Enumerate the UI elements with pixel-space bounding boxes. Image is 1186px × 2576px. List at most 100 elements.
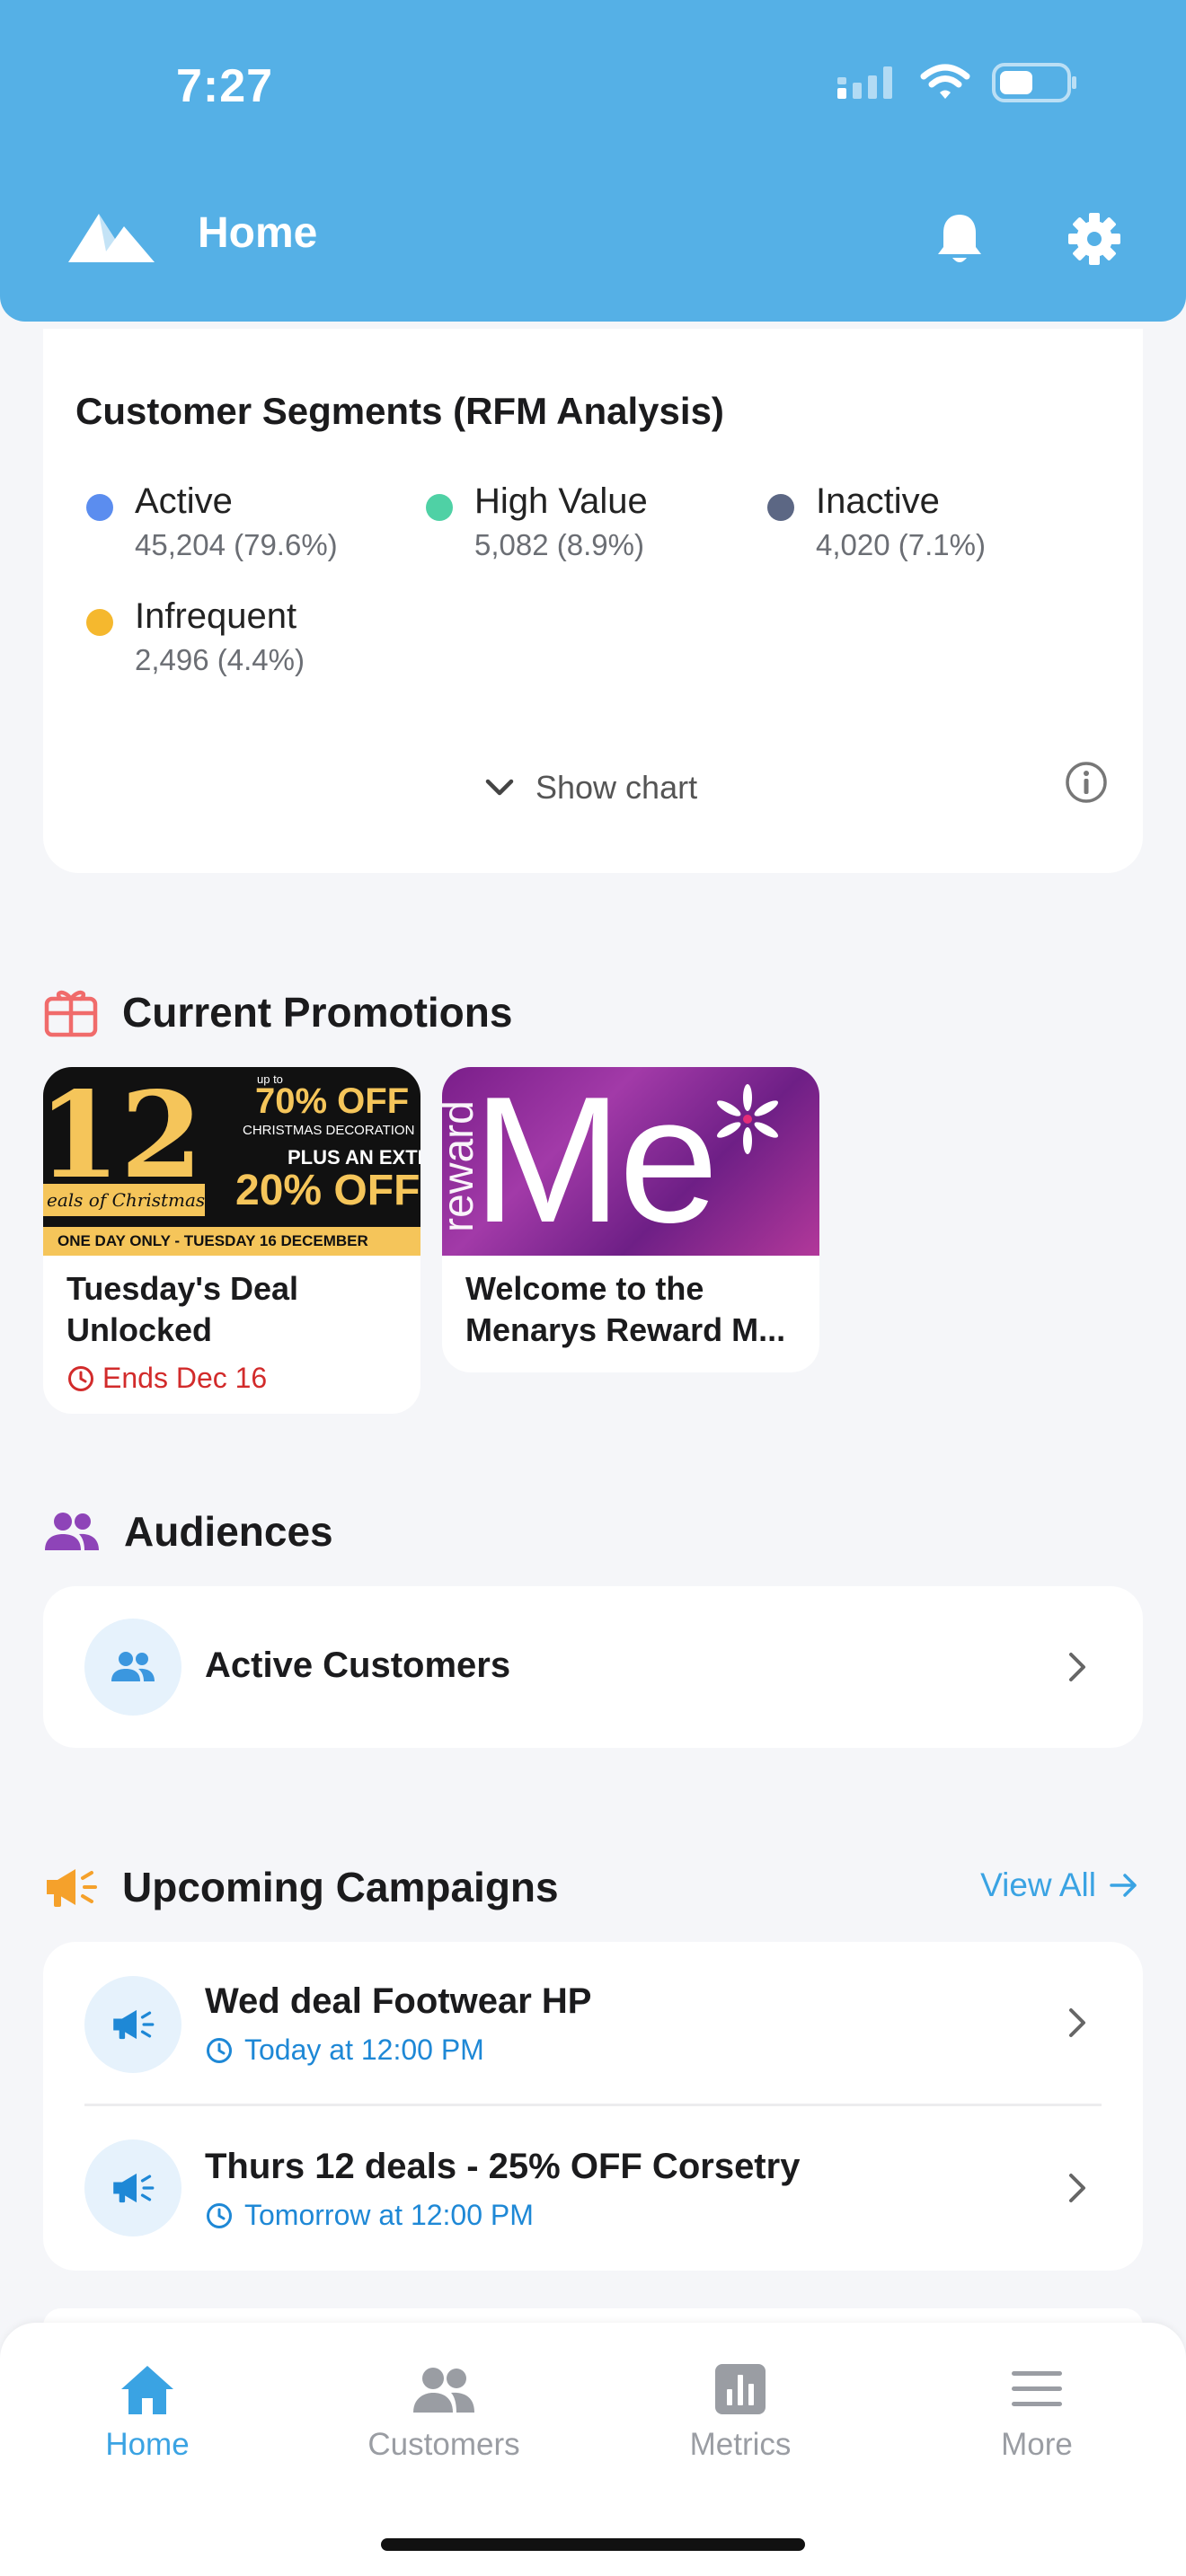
tab-metrics[interactable]: Metrics: [651, 2362, 830, 2463]
segment-value: 2,496 (4.4%): [135, 643, 305, 676]
people-icon: [111, 1652, 155, 1681]
header-bar: Home: [0, 194, 1186, 275]
divider: [84, 2104, 1102, 2106]
audience-row-active-customers[interactable]: Active Customers: [43, 1586, 1143, 1748]
segment-value: 5,082 (8.9%): [474, 528, 644, 561]
promotion-card-tuesday-deal[interactable]: 12 eals of Christmas up to 70% OFF CHRIS…: [43, 1067, 420, 1414]
battery-icon: [992, 63, 1076, 102]
audiences-header: Audiences: [43, 1507, 333, 1556]
bell-icon: [938, 215, 981, 262]
banner-big-number: 12: [43, 1067, 203, 1205]
clock-icon: [207, 2202, 232, 2228]
campaign-row[interactable]: Thurs 12 deals - 25% OFF Corsetry Tomorr…: [43, 2107, 1143, 2269]
promotion-title: Welcome to the Menarys Reward M...: [442, 1256, 819, 1351]
campaign-title: Thurs 12 deals - 25% OFF Corsetry: [205, 2147, 801, 2186]
tab-label: Metrics: [689, 2427, 792, 2462]
promotion-ends: Ends Dec 16: [43, 1351, 420, 1404]
status-icons: [837, 63, 1078, 102]
audience-label: Active Customers: [205, 1645, 511, 1685]
campaign-row[interactable]: Wed deal Footwear HP Today at 12:00 PM: [43, 1942, 1143, 2104]
segment-value: 45,204 (79.6%): [135, 528, 338, 561]
segment-color-dot: [86, 494, 113, 521]
page-title: Home: [198, 209, 318, 257]
promotion-banner-reward: reward Me: [442, 1067, 819, 1256]
banner-deco: CHRISTMAS DECORATION: [243, 1123, 415, 1138]
people-icon: [413, 2368, 474, 2413]
arrow-right-icon: [1110, 1874, 1137, 1897]
settings-button[interactable]: [1058, 203, 1130, 275]
tab-label: More: [1001, 2427, 1073, 2462]
segment-name: Inactive: [816, 481, 940, 521]
promotions-title: Current Promotions: [122, 989, 513, 1036]
megaphone-icon: [113, 2173, 155, 2203]
promotion-title-line2: Menarys Reward M...: [465, 1311, 786, 1348]
view-all-label: View All: [980, 1866, 1096, 1903]
show-chart-button[interactable]: Show chart: [483, 769, 697, 807]
campaign-avatar: [84, 2139, 181, 2236]
mountain-logo-icon: [68, 214, 155, 262]
banner-script-text: eals of Christmas: [43, 1184, 205, 1216]
promotions-header: Current Promotions: [43, 986, 512, 1038]
campaign-title: Wed deal Footwear HP: [205, 1981, 592, 2021]
segment-value: 4,020 (7.1%): [816, 528, 986, 561]
campaign-time: Today at 12:00 PM: [205, 2033, 484, 2067]
wifi-icon: [920, 64, 970, 99]
cellular-signal-icon: [837, 66, 892, 99]
status-time: 7:27: [176, 60, 274, 112]
campaign-avatar: [84, 1976, 181, 2073]
audiences-list: Active Customers: [43, 1586, 1143, 1748]
tab-more[interactable]: More: [947, 2362, 1127, 2463]
segment-color-dot: [767, 494, 794, 521]
audiences-title: Audiences: [124, 1508, 333, 1555]
gift-icon: [44, 990, 98, 1037]
banner-me-text: Me: [473, 1067, 719, 1256]
info-icon: [1066, 762, 1107, 803]
promotion-card-menarys-reward[interactable]: reward Me Welcome to the Menarys Reward …: [442, 1067, 819, 1372]
segment-color-dot: [86, 609, 113, 636]
clock-icon: [207, 2037, 232, 2063]
promotion-title-line2: Unlocked: [66, 1311, 213, 1348]
clock-icon: [68, 1365, 93, 1391]
info-button[interactable]: [1064, 760, 1109, 809]
tab-label: Customers: [367, 2427, 520, 2462]
promotion-title-line1: Welcome to the: [465, 1270, 704, 1307]
chevron-right-icon: [1069, 2008, 1085, 2037]
promotion-title: Tuesday's Deal Unlocked: [43, 1256, 420, 1351]
campaigns-list: Wed deal Footwear HP Today at 12:00 PM T…: [43, 1942, 1143, 2271]
segment-color-dot: [426, 494, 453, 521]
megaphone-icon: [113, 2009, 155, 2040]
tab-label: Home: [105, 2427, 190, 2462]
banner-strip: ONE DAY ONLY - TUESDAY 16 DECEMBER: [43, 1227, 420, 1256]
banner-off2: 20% OFF: [235, 1167, 420, 1214]
home-icon: [121, 2366, 173, 2414]
customer-segments-card: Customer Segments (RFM Analysis) Active …: [43, 329, 1143, 873]
people-icon: [45, 1513, 99, 1550]
promotion-banner-christmas: 12 eals of Christmas up to 70% OFF CHRIS…: [43, 1067, 420, 1256]
megaphone-icon: [47, 1869, 97, 1907]
gear-icon: [1068, 213, 1120, 265]
chevron-right-icon: [1069, 2174, 1085, 2202]
campaign-time-label: Tomorrow at 12:00 PM: [244, 2199, 534, 2231]
view-all-campaigns-link[interactable]: View All: [980, 1866, 1139, 1904]
segments-title: Customer Segments (RFM Analysis): [75, 390, 724, 432]
app-header: 7:27 Home: [0, 0, 1186, 322]
notifications-button[interactable]: [924, 203, 996, 275]
tab-customers[interactable]: Customers: [354, 2362, 534, 2463]
chevron-down-icon: [485, 779, 514, 796]
banner-off1: 70% OFF: [255, 1081, 410, 1121]
promotion-title-line1: Tuesday's Deal: [66, 1270, 299, 1307]
campaigns-header: Upcoming Campaigns: [43, 1863, 559, 1911]
flower-icon: [716, 1084, 779, 1154]
bar-chart-icon: [715, 2364, 766, 2414]
segment-name: High Value: [474, 481, 648, 521]
segment-name: Infrequent: [135, 596, 297, 636]
show-chart-label: Show chart: [535, 769, 698, 806]
tab-home[interactable]: Home: [58, 2362, 237, 2463]
campaign-time: Tomorrow at 12:00 PM: [205, 2199, 534, 2232]
audience-avatar: [84, 1619, 181, 1716]
chevron-right-icon: [1069, 1653, 1085, 1681]
home-indicator: [381, 2538, 805, 2551]
menu-icon: [1012, 2371, 1062, 2406]
segment-name: Active: [135, 481, 233, 521]
promotion-ends-label: Ends Dec 16: [102, 1362, 268, 1394]
